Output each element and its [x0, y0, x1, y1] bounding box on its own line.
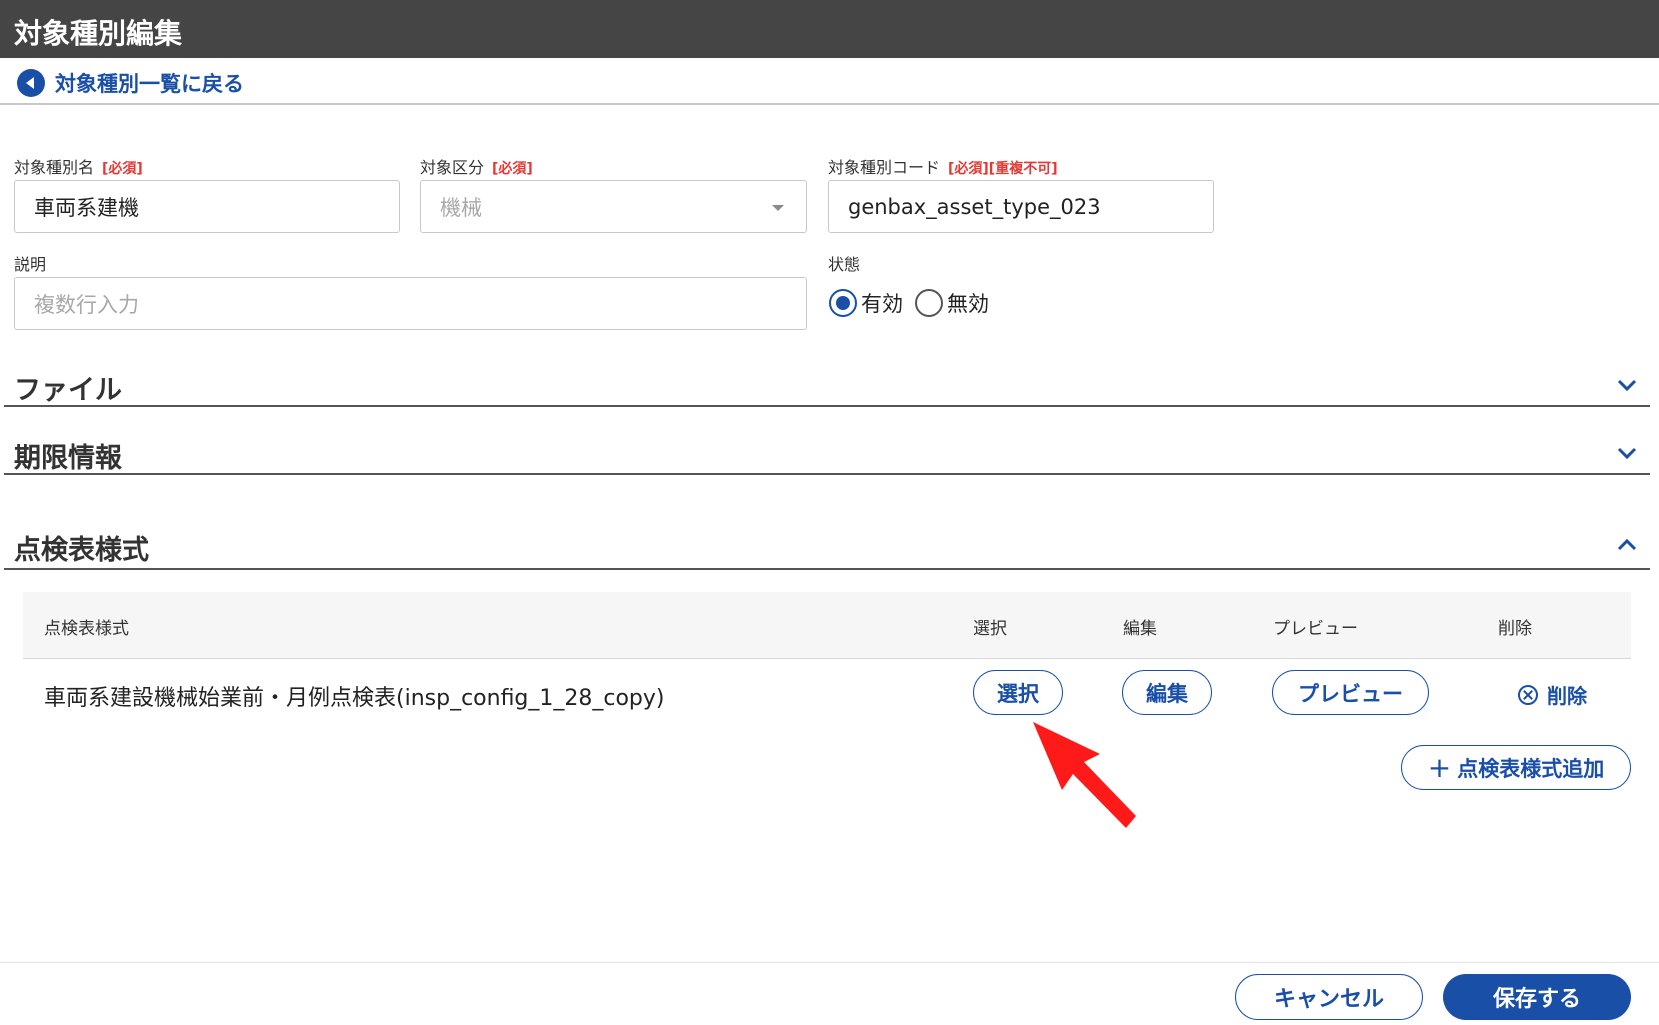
table-header: 点検表様式 選択 編集 プレビュー 削除 — [23, 592, 1631, 659]
radio-unchecked-icon — [915, 289, 943, 317]
category-select[interactable]: 機械 — [420, 180, 807, 233]
close-circle-icon — [1518, 684, 1538, 705]
code-label-text: 対象種別コード — [828, 158, 941, 177]
status-radio-active[interactable]: 有効 — [829, 288, 903, 318]
chevron-left-icon — [17, 69, 45, 97]
preview-button[interactable]: プレビュー — [1272, 670, 1429, 715]
column-header-preview: プレビュー — [1273, 619, 1358, 639]
annotation-arrow-icon — [1033, 722, 1136, 828]
category-select-value: 機械 — [440, 195, 482, 220]
description-textarea[interactable]: 複数行入力 — [14, 277, 807, 330]
category-label-text: 対象区分 — [420, 158, 485, 177]
required-unique-badge: [必須][重複不可] — [948, 161, 1058, 177]
radio-checked-icon — [829, 289, 857, 317]
status-option-label: 無効 — [947, 292, 989, 316]
required-badge: [必須] — [492, 161, 533, 177]
back-link-label: 対象種別一覧に戻る — [55, 72, 244, 96]
column-header-form: 点検表様式 — [44, 619, 129, 639]
status-radio-inactive[interactable]: 無効 — [915, 288, 989, 318]
section-inspection-title: 点検表様式 — [14, 535, 149, 566]
back-bar: 対象種別一覧に戻る — [0, 58, 1659, 105]
add-inspection-form-label: 点検表様式追加 — [1457, 756, 1605, 781]
section-expiry-title: 期限情報 — [14, 443, 122, 474]
chevron-down-icon — [1617, 447, 1637, 460]
delete-button[interactable]: 削除 — [1518, 680, 1587, 709]
section-inspection[interactable]: 点検表様式 — [4, 522, 1650, 570]
page-title: 対象種別編集 — [14, 17, 183, 50]
plus-icon: + — [1427, 750, 1452, 784]
cancel-button[interactable]: キャンセル — [1235, 974, 1423, 1020]
select-button[interactable]: 選択 — [973, 670, 1063, 715]
chevron-down-icon — [1617, 379, 1637, 392]
edit-button[interactable]: 編集 — [1122, 670, 1212, 715]
back-link[interactable]: 対象種別一覧に戻る — [17, 69, 244, 97]
save-button[interactable]: 保存する — [1443, 974, 1631, 1020]
chevron-up-icon — [1617, 538, 1637, 551]
section-files-title: ファイル — [14, 375, 122, 406]
status-label: 状態 — [828, 255, 861, 274]
chevron-down-icon — [772, 205, 784, 211]
name-label-text: 対象種別名 — [14, 158, 95, 177]
column-header-delete: 削除 — [1498, 619, 1532, 639]
add-inspection-form-button[interactable]: + 点検表様式追加 — [1401, 745, 1631, 790]
category-field-label: 対象区分 [必須] — [420, 154, 533, 178]
status-option-label: 有効 — [861, 292, 903, 316]
section-files[interactable]: ファイル — [4, 364, 1650, 407]
code-field-label: 対象種別コード [必須][重複不可] — [828, 154, 1058, 178]
name-input[interactable]: 車両系建機 — [14, 180, 400, 233]
delete-label: 削除 — [1547, 684, 1587, 708]
column-header-select: 選択 — [973, 619, 1007, 639]
code-input[interactable]: genbax_asset_type_023 — [828, 180, 1214, 233]
section-expiry[interactable]: 期限情報 — [4, 431, 1650, 475]
column-header-edit: 編集 — [1123, 619, 1157, 639]
status-radio-group: 有効 無効 — [829, 288, 1001, 318]
required-badge: [必須] — [102, 161, 143, 177]
inspection-form-name: 車両系建設機械始業前・月例点検表(insp_config_1_28_copy) — [44, 686, 665, 711]
description-label: 説明 — [14, 255, 47, 274]
name-field-label: 対象種別名 [必須] — [14, 154, 143, 178]
title-bar: 対象種別編集 — [0, 0, 1659, 58]
